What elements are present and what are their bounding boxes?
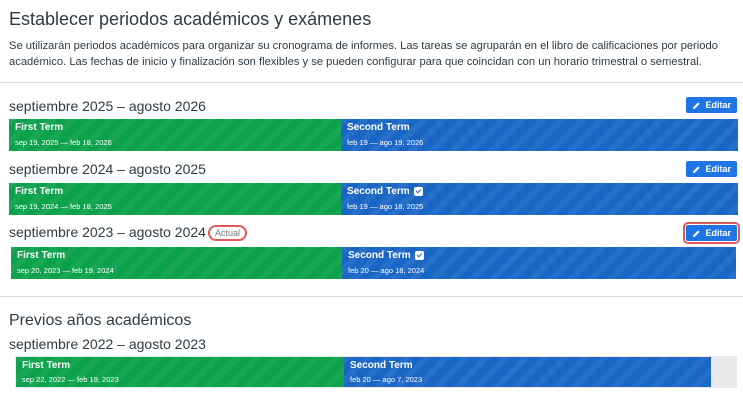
term-second[interactable]: Second Term feb 20 — ago 7, 2023 bbox=[344, 357, 711, 387]
page-title: Establecer periodos académicos y exámene… bbox=[9, 9, 372, 29]
term-name: First Term bbox=[15, 186, 64, 197]
divider bbox=[0, 296, 743, 297]
term-dates: feb 19 — ago 19, 2026 bbox=[347, 138, 424, 147]
term-dates: sep 20, 2023 — feb 19, 2024 bbox=[17, 266, 114, 275]
term-name: Second Term bbox=[350, 360, 413, 371]
edit-button[interactable]: Editar bbox=[686, 97, 737, 113]
term-row: First Term sep 20, 2023 — feb 19, 2024 S… bbox=[11, 247, 736, 279]
term-second[interactable]: Second Term feb 19 — ago 18, 2025 bbox=[341, 183, 738, 215]
term-first[interactable]: First Term sep 19, 2024 — feb 18, 2025 bbox=[9, 183, 341, 215]
term-dates: sep 22, 2022 — feb 19, 2023 bbox=[22, 375, 119, 384]
term-dates: feb 20 — ago 7, 2023 bbox=[350, 375, 423, 384]
term-name: Second Term bbox=[348, 250, 424, 261]
term-dates: sep 19, 2024 — feb 18, 2025 bbox=[15, 202, 112, 211]
term-first[interactable]: First Term sep 19, 2025 — feb 18, 2026 bbox=[9, 119, 341, 151]
academic-year-title: septiembre 2023 – agosto 2024 Actual bbox=[9, 224, 247, 241]
term-row: First Term sep 19, 2024 — feb 18, 2025 S… bbox=[9, 183, 738, 215]
academic-year-title: septiembre 2022 – agosto 2023 bbox=[9, 336, 206, 352]
term-name: First Term bbox=[17, 250, 66, 261]
term-row: First Term sep 19, 2025 — feb 18, 2026 S… bbox=[9, 119, 738, 151]
pencil-icon bbox=[693, 229, 701, 237]
divider bbox=[0, 82, 743, 83]
term-second[interactable]: Second Term feb 20 — ago 18, 2024 bbox=[342, 247, 736, 279]
term-dates: feb 19 — ago 18, 2025 bbox=[347, 202, 424, 211]
term-name: First Term bbox=[15, 122, 64, 133]
edit-button-label: Editar bbox=[705, 100, 731, 110]
edit-button-label: Editar bbox=[705, 164, 731, 174]
checkmark-icon bbox=[413, 187, 423, 196]
checkmark-icon bbox=[414, 251, 424, 260]
academic-year-title: septiembre 2025 – agosto 2026 bbox=[9, 98, 206, 114]
term-name: Second Term bbox=[347, 186, 423, 197]
page-description: Se utilizarán periodos académicos para o… bbox=[9, 40, 718, 68]
term-name-text: Second Term bbox=[347, 186, 410, 197]
term-row: First Term sep 22, 2022 — feb 19, 2023 S… bbox=[16, 357, 711, 387]
edit-button-label: Editar bbox=[705, 228, 731, 238]
term-dates: feb 20 — ago 18, 2024 bbox=[348, 266, 425, 275]
term-first[interactable]: First Term sep 20, 2023 — feb 19, 2024 bbox=[11, 247, 342, 279]
term-name: First Term bbox=[22, 360, 71, 371]
current-badge: Actual bbox=[207, 225, 247, 241]
edit-button[interactable]: Editar bbox=[686, 161, 737, 177]
year-label: septiembre 2023 – agosto 2024 bbox=[9, 224, 206, 240]
edit-button[interactable]: Editar bbox=[683, 222, 740, 244]
pencil-icon bbox=[693, 165, 701, 173]
term-name-text: Second Term bbox=[348, 250, 411, 261]
pencil-icon bbox=[693, 101, 701, 109]
academic-year-title: septiembre 2024 – agosto 2025 bbox=[9, 161, 206, 177]
term-second[interactable]: Second Term feb 19 — ago 19, 2026 bbox=[341, 119, 738, 151]
term-dates: sep 19, 2025 — feb 18, 2026 bbox=[15, 138, 112, 147]
term-name: Second Term bbox=[347, 122, 410, 133]
previous-years-title: Previos años académicos bbox=[9, 312, 192, 329]
term-first[interactable]: First Term sep 22, 2022 — feb 19, 2023 bbox=[16, 357, 344, 387]
